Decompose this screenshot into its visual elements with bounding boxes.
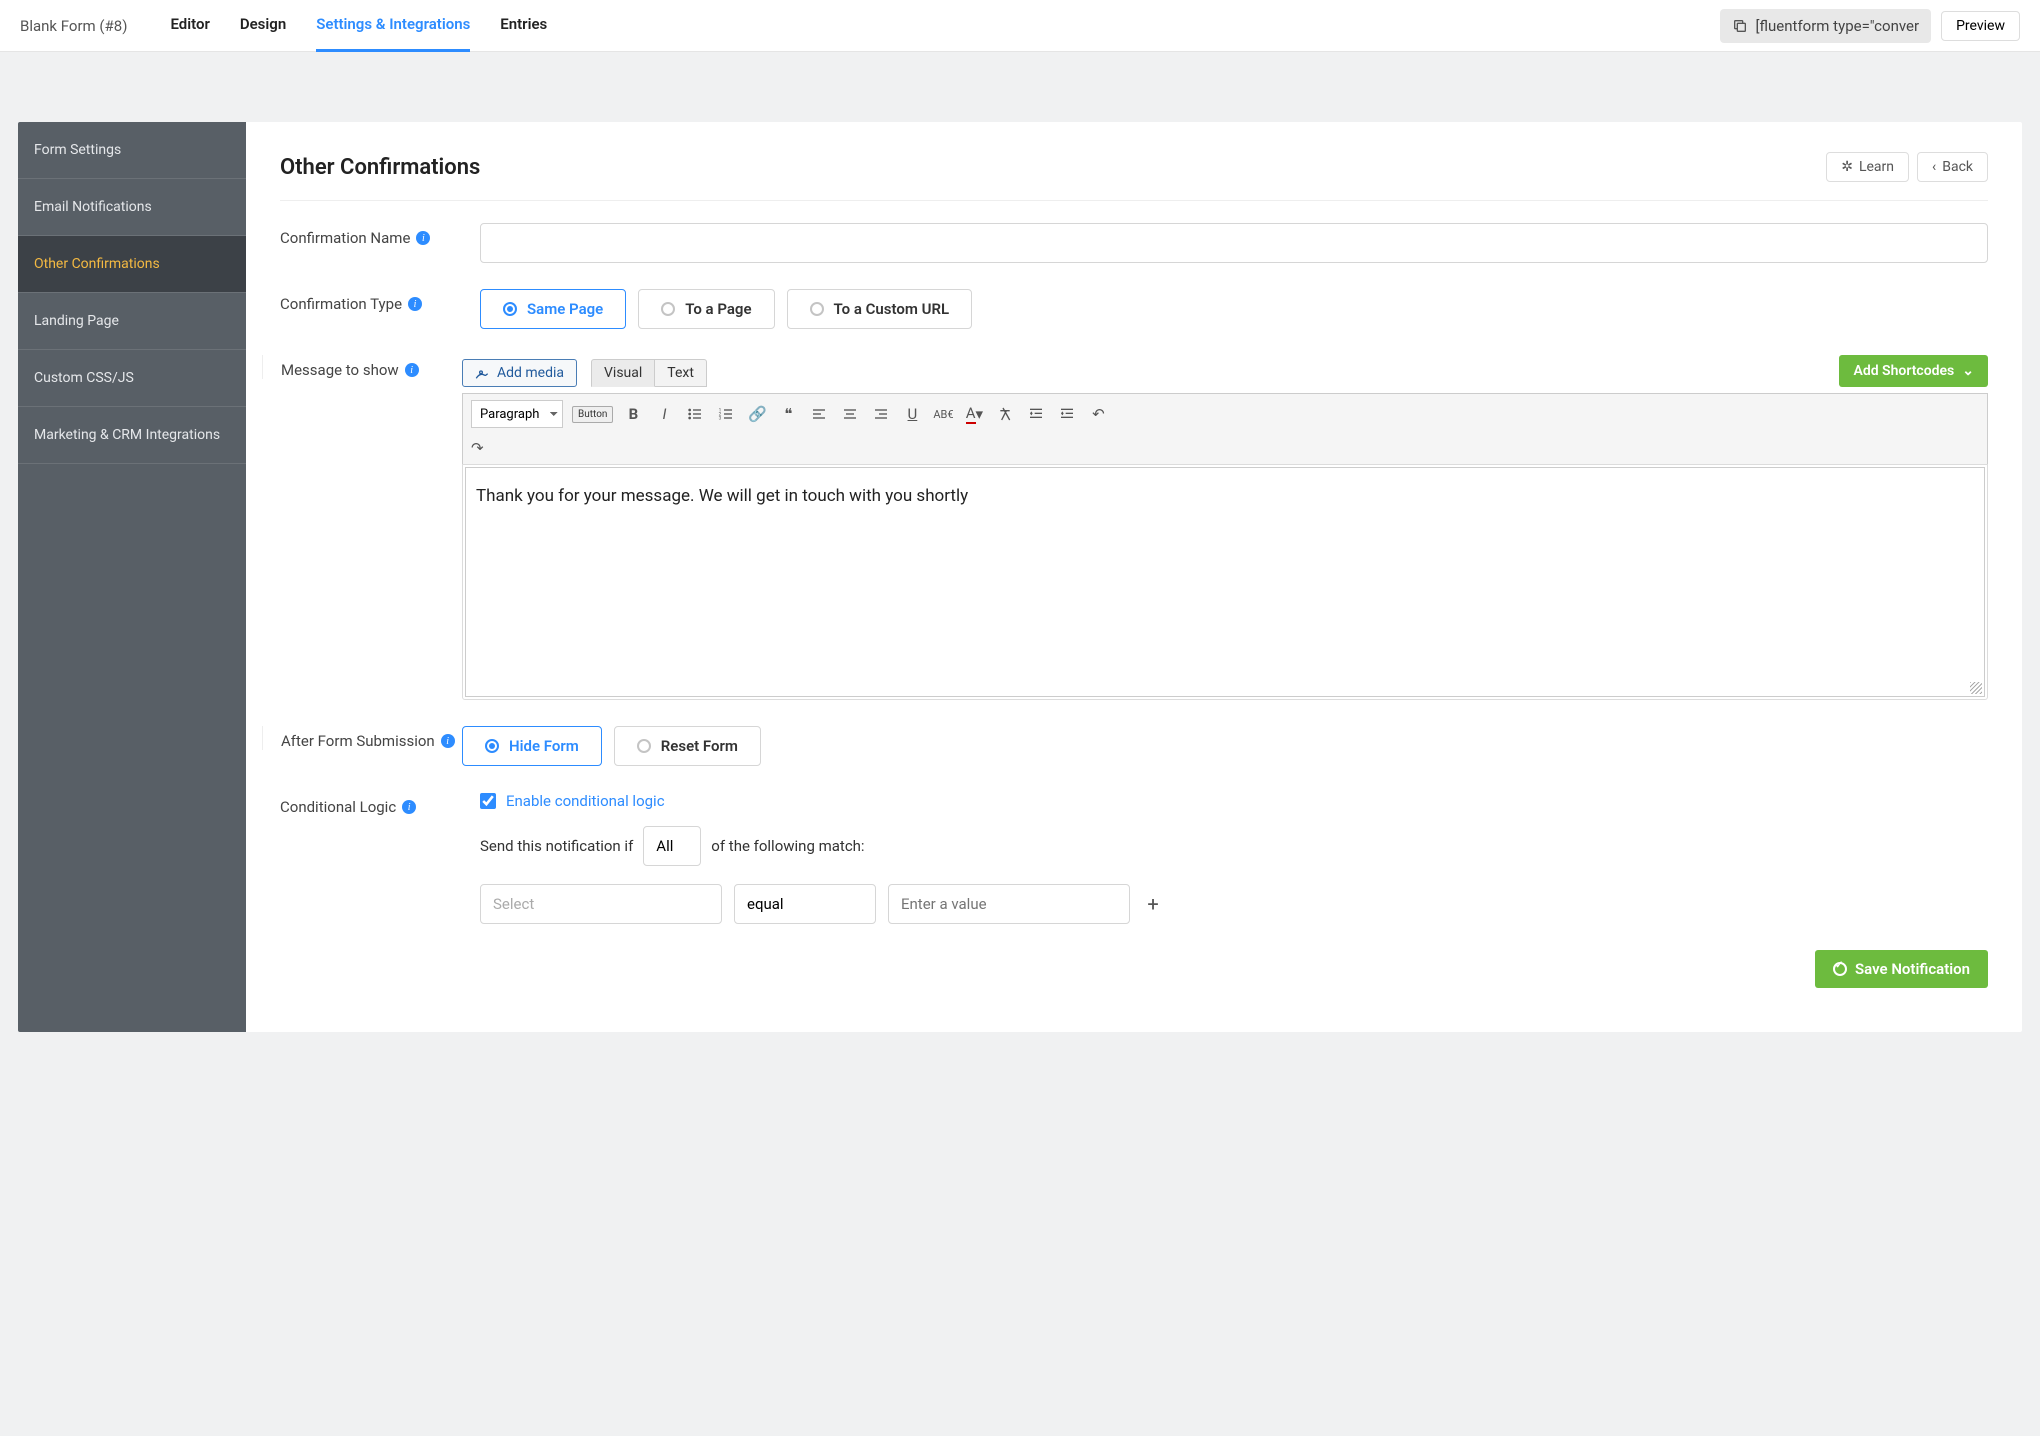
add-media-button[interactable]: Add media xyxy=(462,359,577,387)
outdent-icon[interactable] xyxy=(1025,403,1047,425)
align-left-icon[interactable] xyxy=(808,403,830,425)
topbar: Blank Form (#8) Editor Design Settings &… xyxy=(0,0,2040,52)
enable-conditional-label: Enable conditional logic xyxy=(506,792,665,810)
cond-value-input[interactable] xyxy=(888,884,1130,924)
undo-icon[interactable]: ↶ xyxy=(1087,403,1109,425)
strikethrough-icon[interactable]: AB€ xyxy=(932,403,954,425)
label-confirmation-name: Confirmation Name i xyxy=(280,223,480,247)
conditional-rule-row: Select equal + xyxy=(480,884,1988,924)
add-shortcodes-button[interactable]: Add Shortcodes ⌄ xyxy=(1839,355,1988,387)
tab-entries[interactable]: Entries xyxy=(500,0,547,52)
preview-button[interactable]: Preview xyxy=(1941,11,2020,41)
learn-button[interactable]: ✲ Learn xyxy=(1826,152,1909,182)
numbered-list-icon[interactable]: 123 xyxy=(715,403,737,425)
radio-to-custom-url[interactable]: To a Custom URL xyxy=(787,289,973,329)
page-head: Other Confirmations ✲ Learn ‹ Back xyxy=(280,152,1988,201)
redo-icon[interactable]: ↷ xyxy=(471,437,1979,459)
save-notification-button[interactable]: Save Notification xyxy=(1815,950,1988,988)
chevron-left-icon: ‹ xyxy=(1932,159,1936,175)
label-conditional-logic: Conditional Logic i xyxy=(280,792,480,816)
text-color-icon[interactable]: A ▾ xyxy=(963,403,985,425)
info-icon[interactable]: i xyxy=(402,800,416,814)
editor-toolbar: Paragraph Button B I 123 🔗 ❝ xyxy=(462,393,1988,465)
copy-icon xyxy=(1732,18,1748,34)
radio-icon xyxy=(503,302,517,316)
label-message: Message to show i xyxy=(262,355,462,379)
tab-design[interactable]: Design xyxy=(240,0,286,52)
tab-settings-integrations[interactable]: Settings & Integrations xyxy=(316,0,470,52)
underline-icon[interactable]: U xyxy=(901,403,923,425)
sidebar-item-email-notifications[interactable]: Email Notifications xyxy=(18,179,246,236)
enable-conditional-checkbox[interactable] xyxy=(480,793,496,809)
resize-handle-icon[interactable] xyxy=(1970,682,1982,694)
main-panel: Other Confirmations ✲ Learn ‹ Back Confi… xyxy=(246,122,2022,1032)
shortcode-box[interactable]: [fluentform type="conver xyxy=(1720,9,1932,43)
message-editor[interactable]: Thank you for your message. We will get … xyxy=(465,467,1985,697)
italic-icon[interactable]: I xyxy=(653,403,675,425)
quote-icon[interactable]: ❝ xyxy=(777,403,799,425)
sidebar: Form Settings Email Notifications Other … xyxy=(18,122,246,1032)
row-submit: Save Notification xyxy=(280,950,1988,988)
radio-same-page[interactable]: Same Page xyxy=(480,289,626,329)
page-title: Other Confirmations xyxy=(280,155,480,180)
svg-text:3: 3 xyxy=(719,415,722,421)
cond-operator-select[interactable]: equal xyxy=(734,884,876,924)
radio-icon xyxy=(637,739,651,753)
bold-icon[interactable]: B xyxy=(622,403,644,425)
label-confirmation-type: Confirmation Type i xyxy=(280,289,480,313)
tab-editor[interactable]: Editor xyxy=(170,0,209,52)
editor-tab-visual[interactable]: Visual xyxy=(591,359,655,387)
back-label: Back xyxy=(1942,159,1973,175)
chevron-down-icon: ⌄ xyxy=(1962,363,1974,379)
radio-to-page[interactable]: To a Page xyxy=(638,289,774,329)
row-message: Message to show i Add media Visual Text xyxy=(280,355,1988,700)
align-center-icon[interactable] xyxy=(839,403,861,425)
info-icon[interactable]: i xyxy=(405,363,419,377)
info-icon[interactable]: i xyxy=(408,297,422,311)
radio-icon xyxy=(661,302,675,316)
radio-hide-form[interactable]: Hide Form xyxy=(462,726,602,766)
cond-field-select[interactable]: Select xyxy=(480,884,722,924)
bullet-list-icon[interactable] xyxy=(684,403,706,425)
radio-icon xyxy=(485,739,499,753)
link-icon[interactable]: 🔗 xyxy=(746,403,768,425)
align-right-icon[interactable] xyxy=(870,403,892,425)
sidebar-item-form-settings[interactable]: Form Settings xyxy=(18,122,246,179)
message-body-text: Thank you for your message. We will get … xyxy=(476,486,968,506)
row-conditional-logic: Conditional Logic i Enable conditional l… xyxy=(280,792,1988,924)
add-condition-button[interactable]: + xyxy=(1142,893,1164,915)
row-confirmation-name: Confirmation Name i xyxy=(280,223,1988,263)
media-icon xyxy=(475,366,491,380)
info-icon[interactable]: i xyxy=(416,231,430,245)
button-chip[interactable]: Button xyxy=(572,406,613,423)
sidebar-item-other-confirmations[interactable]: Other Confirmations xyxy=(18,236,246,293)
sidebar-item-landing-page[interactable]: Landing Page xyxy=(18,293,246,350)
indent-icon[interactable] xyxy=(1056,403,1078,425)
back-button[interactable]: ‹ Back xyxy=(1917,152,1988,182)
layout: Form Settings Email Notifications Other … xyxy=(0,52,2040,1050)
learn-label: Learn xyxy=(1859,159,1894,175)
confirmation-name-input[interactable] xyxy=(480,223,1988,263)
sidebar-item-marketing-crm[interactable]: Marketing & CRM Integrations xyxy=(18,407,246,464)
match-scope-select[interactable]: All xyxy=(643,826,701,866)
shortcode-text: [fluentform type="conver xyxy=(1756,17,1920,35)
sidebar-item-custom-css-js[interactable]: Custom CSS/JS xyxy=(18,350,246,407)
paragraph-select[interactable]: Paragraph xyxy=(471,400,563,428)
form-name: Blank Form (#8) xyxy=(20,17,127,35)
editor-tab-text[interactable]: Text xyxy=(655,359,707,387)
learn-icon: ✲ xyxy=(1841,159,1853,175)
radio-icon xyxy=(810,302,824,316)
label-after-submission: After Form Submission i xyxy=(262,726,462,750)
conditional-sentence: Send this notification if All of the fol… xyxy=(480,826,1988,866)
clear-format-icon[interactable] xyxy=(994,403,1016,425)
row-after-submission: After Form Submission i Hide Form Reset … xyxy=(280,726,1988,766)
check-circle-icon xyxy=(1833,962,1847,976)
radio-reset-form[interactable]: Reset Form xyxy=(614,726,761,766)
row-confirmation-type: Confirmation Type i Same Page To a Page xyxy=(280,289,1988,329)
info-icon[interactable]: i xyxy=(441,734,455,748)
